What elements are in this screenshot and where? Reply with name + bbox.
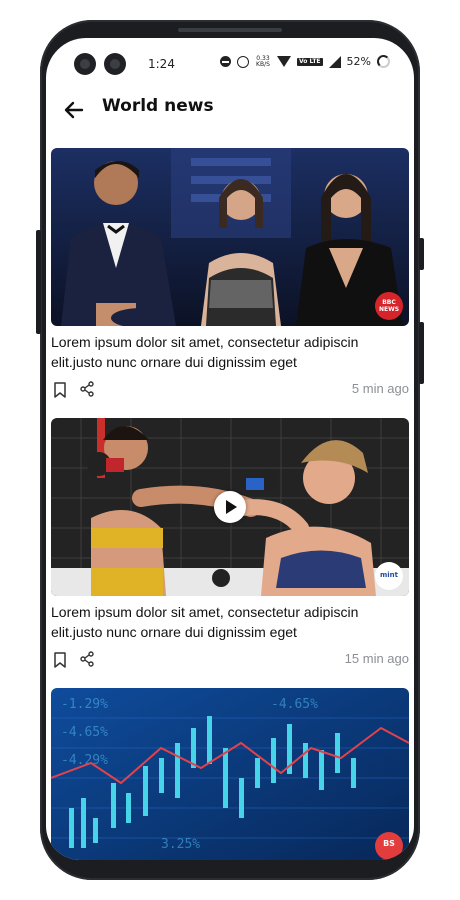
alarm-icon bbox=[236, 55, 249, 68]
battery-percent: 52% bbox=[346, 55, 371, 68]
app-bar: World news bbox=[46, 90, 414, 130]
status-icons: 0.33 KB/S Vo LTE 52% bbox=[219, 55, 390, 68]
speaker-grille bbox=[178, 28, 282, 32]
side-button bbox=[419, 238, 424, 270]
article-time: 15 min ago bbox=[344, 651, 409, 666]
arrow-left-icon[interactable] bbox=[62, 98, 86, 122]
net-speed-unit: KB/S bbox=[256, 60, 270, 68]
article-time: 5 min ago bbox=[351, 381, 409, 396]
signal-icon bbox=[328, 55, 341, 68]
do-not-disturb-icon bbox=[219, 56, 231, 67]
news-card[interactable]: -1.29% -4.65% -4.29% -4.65% 3.25% BS bbox=[51, 688, 409, 860]
source-badge: mint bbox=[375, 562, 403, 590]
share-icon[interactable] bbox=[79, 651, 95, 667]
svg-text:-4.65%: -4.65% bbox=[271, 697, 318, 712]
screen: 1:24 0.33 KB/S Vo LTE 52% World news BBC… bbox=[46, 38, 414, 860]
source-badge: BS bbox=[375, 832, 403, 860]
svg-text:-1.29%: -1.29% bbox=[61, 697, 108, 712]
article-headline[interactable]: Lorem ipsum dolor sit amet, consectetur … bbox=[51, 602, 409, 642]
article-meta: 5 min ago bbox=[51, 378, 409, 408]
front-camera bbox=[104, 53, 126, 75]
article-image[interactable]: BBC NEWS bbox=[51, 148, 409, 326]
battery-icon bbox=[377, 55, 390, 68]
share-icon[interactable] bbox=[79, 381, 95, 397]
page-title: World news bbox=[102, 96, 214, 116]
play-icon[interactable] bbox=[214, 491, 246, 523]
article-image[interactable]: -1.29% -4.65% -4.29% -4.65% 3.25% BS bbox=[51, 688, 409, 860]
article-headline[interactable]: Lorem ipsum dolor sit amet, consectetur … bbox=[51, 332, 409, 372]
svg-text:-4.65%: -4.65% bbox=[61, 725, 108, 740]
volume-button bbox=[36, 230, 41, 334]
status-time: 1:24 bbox=[148, 57, 175, 71]
net-speed: 0.33 KB/S bbox=[255, 55, 271, 68]
bookmark-icon[interactable] bbox=[53, 652, 67, 668]
power-button bbox=[419, 322, 424, 384]
news-card[interactable]: BBC NEWS Lorem ipsum dolor sit amet, con… bbox=[51, 148, 409, 408]
front-camera bbox=[74, 53, 96, 75]
status-bar: 1:24 0.33 KB/S Vo LTE 52% bbox=[46, 52, 414, 78]
article-image[interactable]: mint bbox=[51, 418, 409, 596]
wifi-icon bbox=[276, 56, 291, 67]
svg-text:3.25%: 3.25% bbox=[161, 837, 200, 852]
source-badge: BBC NEWS bbox=[375, 292, 403, 320]
news-card[interactable]: mint Lorem ipsum dolor sit amet, consect… bbox=[51, 418, 409, 678]
volte-icon: Vo LTE bbox=[296, 57, 323, 66]
bookmark-icon[interactable] bbox=[53, 382, 67, 398]
article-meta: 15 min ago bbox=[51, 648, 409, 678]
